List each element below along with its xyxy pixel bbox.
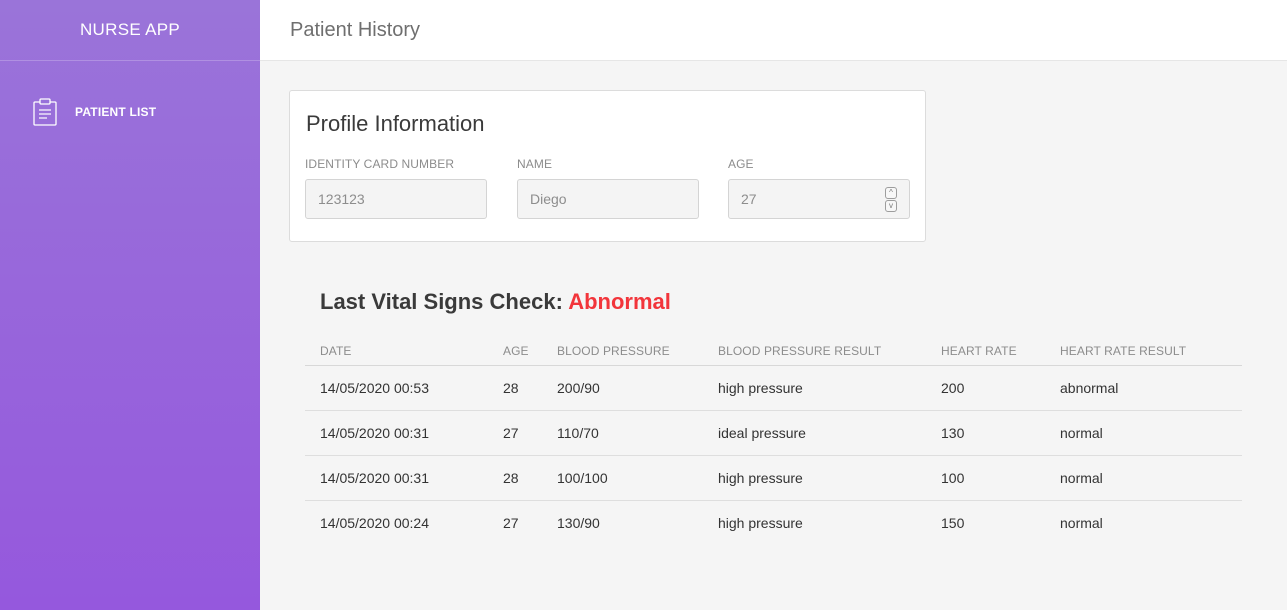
- cell-blood-pressure-result: high pressure: [718, 514, 803, 531]
- cell-date: 14/05/2020 00:31: [305, 455, 503, 501]
- stepper-up-icon[interactable]: ^: [885, 187, 897, 199]
- name-value: Diego: [530, 191, 567, 207]
- table-header-row: DATE AGE BLOOD PRESSURE BLOOD PRESSURE R…: [305, 337, 1242, 366]
- stepper-down-icon[interactable]: v: [885, 200, 897, 212]
- cell-date: 14/05/2020 00:24: [320, 514, 429, 531]
- cell-age: 27: [503, 514, 519, 531]
- table-row: 14/05/2020 00:31 28 100/100 high pressur…: [305, 455, 1242, 501]
- sidebar-item-patient-list[interactable]: PATIENT LIST: [32, 98, 156, 126]
- column-header-blood-pressure: BLOOD PRESSURE: [557, 337, 718, 366]
- name-field: NAME Diego: [517, 157, 699, 219]
- cell-blood-pressure: 100/100: [557, 455, 718, 501]
- identity-card-label: IDENTITY CARD NUMBER: [305, 157, 455, 171]
- vitals-table: DATE AGE BLOOD PRESSURE BLOOD PRESSURE R…: [305, 337, 1242, 545]
- cell-heart-rate-result: abnormal: [1060, 365, 1242, 411]
- cell-heart-rate: 100: [941, 455, 1060, 501]
- cell-blood-pressure-result: high pressure: [718, 455, 941, 501]
- column-header-heart-rate-result: HEART RATE RESULT: [1060, 337, 1242, 366]
- table-row: 14/05/2020 00:53 28 200/90 high pressure…: [305, 365, 1242, 411]
- cell-blood-pressure: 200/90: [557, 365, 718, 411]
- cell-heart-rate-result: normal: [1060, 514, 1103, 531]
- column-header-date: DATE: [305, 337, 503, 366]
- name-label: NAME: [517, 157, 553, 171]
- identity-card-value: 123123: [318, 191, 365, 207]
- sidebar-item-label: PATIENT LIST: [75, 105, 157, 119]
- age-label: AGE: [728, 157, 754, 171]
- cell-age: 28: [503, 455, 557, 501]
- profile-card: Profile Information IDENTITY CARD NUMBER…: [289, 90, 926, 242]
- identity-card-field: IDENTITY CARD NUMBER 123123: [305, 157, 487, 219]
- page-title: Patient History: [290, 18, 421, 41]
- age-field: AGE 27 ^ v: [728, 157, 910, 219]
- identity-card-input[interactable]: 123123: [305, 179, 487, 219]
- column-header-age: AGE: [503, 337, 557, 366]
- clipboard-icon: [32, 98, 58, 126]
- vitals-heading-label: Last Vital Signs Check:: [320, 289, 563, 314]
- column-header-heart-rate: HEART RATE: [941, 337, 1060, 366]
- vitals-status: Abnormal: [568, 289, 671, 314]
- age-input[interactable]: 27 ^ v: [728, 179, 910, 219]
- cell-heart-rate: 150: [941, 514, 965, 531]
- cell-age: 27: [503, 410, 557, 456]
- cell-blood-pressure: 110/70: [557, 410, 718, 456]
- table-row: 14/05/2020 00:24 27 130/90 high pressure…: [305, 500, 1242, 545]
- app-brand: NURSE APP: [0, 0, 260, 61]
- cell-blood-pressure-result: ideal pressure: [718, 410, 941, 456]
- column-header-blood-pressure-result: BLOOD PRESSURE RESULT: [718, 337, 941, 366]
- cell-date: 14/05/2020 00:31: [305, 410, 503, 456]
- age-stepper[interactable]: ^ v: [885, 187, 897, 212]
- profile-card-title: Profile Information: [306, 111, 485, 136]
- age-value: 27: [741, 191, 757, 207]
- vitals-heading: Last Vital Signs Check: Abnormal: [320, 289, 671, 315]
- cell-heart-rate: 200: [941, 365, 1060, 411]
- name-input[interactable]: Diego: [517, 179, 699, 219]
- cell-heart-rate: 130: [941, 410, 1060, 456]
- cell-heart-rate-result: normal: [1060, 410, 1242, 456]
- cell-age: 28: [503, 365, 557, 411]
- cell-blood-pressure: 130/90: [557, 514, 600, 531]
- sidebar: NURSE APP PATIENT LIST: [0, 0, 260, 610]
- table-row: 14/05/2020 00:31 27 110/70 ideal pressur…: [305, 410, 1242, 456]
- cell-date: 14/05/2020 00:53: [305, 365, 503, 411]
- cell-heart-rate-result: normal: [1060, 455, 1242, 501]
- top-bar: Patient History: [260, 0, 1287, 61]
- cell-blood-pressure-result: high pressure: [718, 365, 941, 411]
